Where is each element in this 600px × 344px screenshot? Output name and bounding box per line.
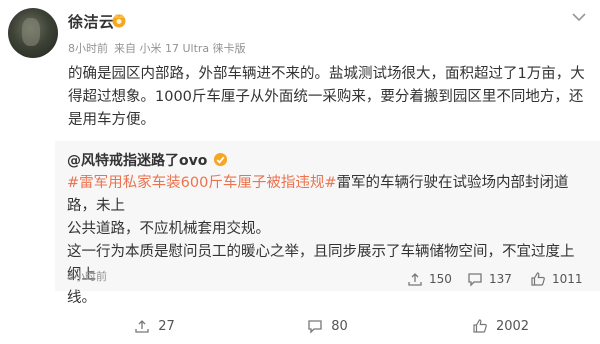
post-source: 来自 小米 17 Ultra 徕卡版 xyxy=(114,42,246,55)
post-text-line: 得超过想象。1000斤车厘子从外面统一采购来，要分着搬到园区里不同地方，还 xyxy=(68,89,584,105)
thumbs-up-icon xyxy=(473,319,487,333)
vip-badge-icon xyxy=(213,152,228,167)
comment-count: 80 xyxy=(331,318,348,334)
like-count: 2002 xyxy=(495,318,530,334)
comment-button[interactable]: 80 xyxy=(241,318,414,334)
repost-share-button[interactable]: 150 xyxy=(407,271,452,287)
repost-like-button[interactable]: 1011 xyxy=(530,271,583,287)
post-time[interactable]: 8小时前 xyxy=(68,42,108,55)
post-text-line: 是用车方便。 xyxy=(68,112,155,128)
vip-badge-icon xyxy=(112,14,126,28)
repost-icon xyxy=(408,273,422,286)
thumbs-up-icon xyxy=(531,272,545,286)
repost-text-line: 线。 xyxy=(67,290,96,306)
avatar[interactable] xyxy=(8,8,58,58)
author-name[interactable]: 徐洁云 xyxy=(68,11,115,32)
repost-author[interactable]: @风特戒指迷路了ovo xyxy=(67,150,207,170)
like-button[interactable]: 2002 xyxy=(414,318,587,334)
repost-like-count: 1011 xyxy=(552,272,583,286)
more-menu-icon[interactable] xyxy=(572,12,586,22)
repost-time[interactable]: 8小时前 xyxy=(67,268,107,284)
comment-icon xyxy=(308,320,322,334)
post-text: 的确是园区内部路，外部车辆进不来的。盐城测试场很大，面积超过了1万亩，大 得超过… xyxy=(68,63,586,132)
weibo-post: 徐洁云 8小时前 来自 小米 17 Ultra 徕卡版 的确是园区内部路，外部车辆… xyxy=(0,0,600,344)
post-text-line: 的确是园区内部路，外部车辆进不来的。盐城测试场很大，面积超过了1万亩，大 xyxy=(68,66,585,82)
repost-text-line: #雷军用私家车装600斤车厘子被指违规#雷军的车辆行驶在试验场内部封闭道路，未上 xyxy=(67,175,569,214)
share-count: 27 xyxy=(158,318,175,334)
reposted-card[interactable]: @风特戒指迷路了ovo #雷军用私家车装600斤车厘子被指违规#雷军的车辆行驶在… xyxy=(55,141,600,306)
repost-text: #雷军用私家车装600斤车厘子被指违规#雷军的车辆行驶在试验场内部封闭道路，未上… xyxy=(67,172,587,310)
action-bar: 27 80 2002 xyxy=(68,318,588,334)
post-meta: 8小时前 来自 小米 17 Ultra 徕卡版 xyxy=(68,40,252,56)
repost-icon xyxy=(135,320,149,333)
repost-comment-button[interactable]: 137 xyxy=(467,271,512,287)
comment-icon xyxy=(468,273,482,287)
repost-comment-count: 137 xyxy=(489,272,512,286)
share-button[interactable]: 27 xyxy=(68,318,241,334)
repost-text-line: 公共道路，不应机械套用交规。 xyxy=(67,221,270,237)
repost-share-count: 150 xyxy=(429,272,452,286)
topic-link[interactable]: #雷军用私家车装600斤车厘子被指违规# xyxy=(67,175,336,191)
